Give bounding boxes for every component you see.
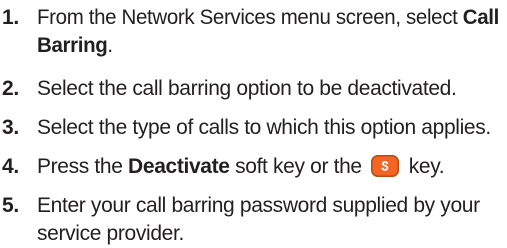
step-text-plain: Press the	[37, 155, 129, 178]
step-number: 1.	[2, 6, 19, 29]
step-number: 3.	[2, 116, 19, 139]
step-text-line: Enter your call barring password supplie…	[37, 194, 480, 217]
step-text-plain: From the Network Services menu screen, s…	[37, 6, 463, 29]
step-text: Select the call barring option to be dea…	[37, 77, 457, 100]
step-text: Enter your call barring password supplie…	[37, 192, 507, 248]
step-text: From the Network Services menu screen, s…	[37, 4, 499, 60]
step-text-bold: Barring	[37, 34, 108, 57]
step-text-plain: .	[107, 34, 113, 57]
step-text-bold: Call	[462, 6, 500, 29]
step-text: Select the type of calls to which this o…	[37, 116, 491, 139]
step-text-plain: soft key or the	[229, 155, 368, 178]
step-text-bold: Deactivate	[128, 155, 230, 178]
step-number: 4.	[2, 155, 19, 178]
step-text-plain: key.	[403, 155, 445, 178]
step-text-line: service provider.	[37, 222, 184, 245]
step-number: 2.	[2, 77, 19, 100]
step-number: 5.	[2, 194, 19, 217]
step-text: Press the Deactivate soft key or the key…	[37, 153, 507, 181]
orange-soft-key-icon	[371, 155, 400, 177]
